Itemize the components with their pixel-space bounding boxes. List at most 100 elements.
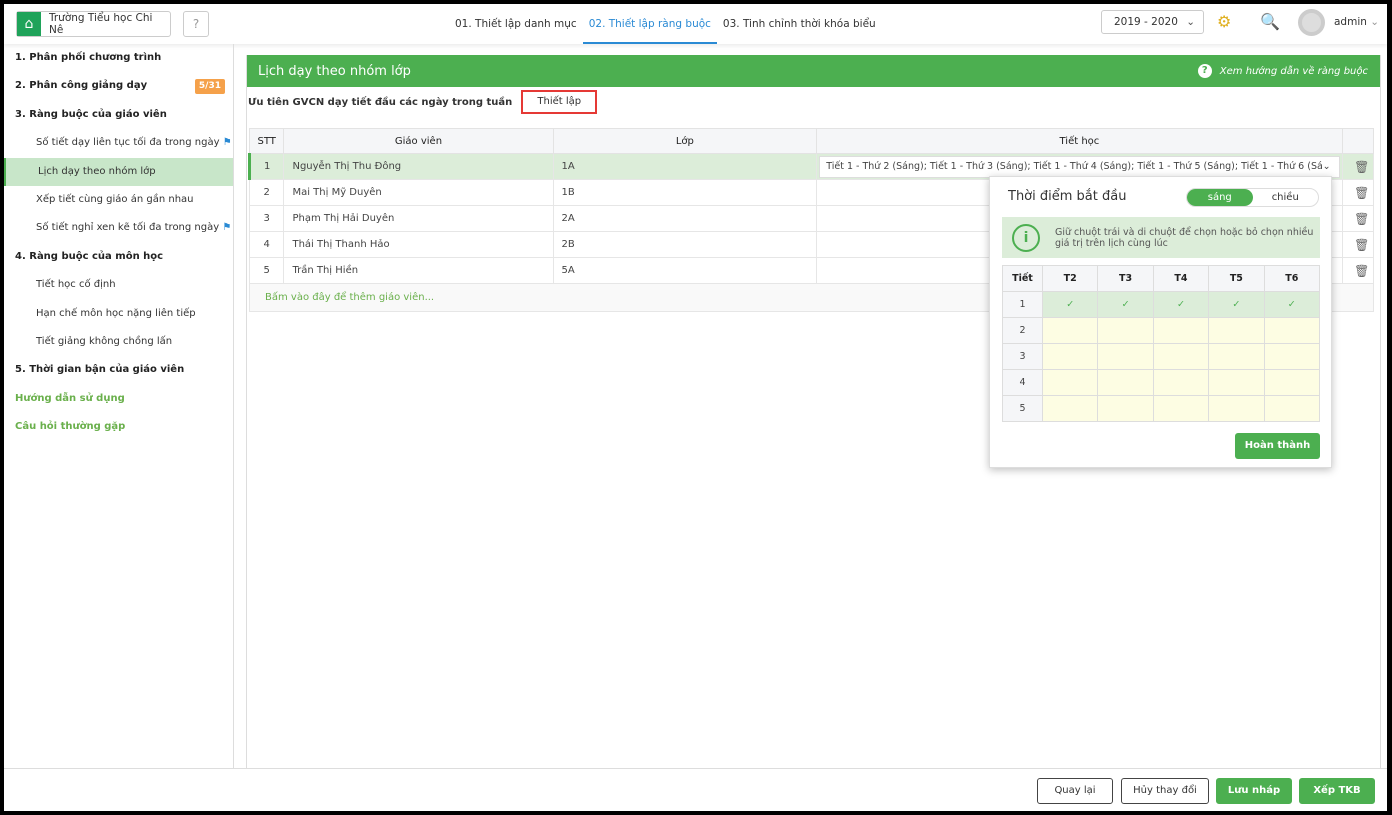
grid-cell[interactable] (1263, 369, 1321, 396)
flag-icon: ⚑ (222, 137, 232, 149)
grid-cell[interactable] (1263, 343, 1321, 370)
grid-cell[interactable] (1041, 343, 1099, 370)
stt: 4 (248, 231, 285, 258)
delete-icon[interactable]: 🗑 (1341, 257, 1375, 284)
school-selector[interactable]: ⌂ Trường Tiểu học Chi Nê (16, 11, 171, 37)
sidebar-item[interactable]: Tiết học cố định (4, 271, 233, 299)
grid-cell[interactable] (1041, 369, 1099, 396)
grid-cell[interactable] (1152, 369, 1210, 396)
grid-cell[interactable] (1208, 369, 1265, 396)
page-title: Lịch dạy theo nhóm lớp (258, 63, 411, 79)
grid-cell[interactable] (1152, 317, 1210, 344)
grid-row: 5 (1002, 395, 1321, 422)
grid-cell[interactable] (1208, 317, 1265, 344)
delete-icon[interactable]: 🗑 (1341, 205, 1375, 232)
tab-step-1[interactable]: 01. Thiết lập danh mục (449, 4, 583, 44)
chevron-down-icon: ⌄ (1186, 16, 1195, 28)
col-stt: STT (248, 128, 285, 154)
sidebar-item[interactable]: Hạn chế môn học nặng liên tiếp (4, 300, 233, 328)
sidebar-item[interactable]: 1. Phân phối chương trình (4, 44, 233, 72)
grid-cell[interactable] (1152, 395, 1210, 422)
period-picker-popup: Thời điểm bắt đầu sáng chiều i Giữ chuột … (989, 176, 1332, 468)
priority-label: Ưu tiên GVCN dạy tiết đầu các ngày trong… (248, 96, 513, 108)
period-grid: Tiết T2 T3 T4 T5 T6 1 ✓ ✓ ✓ ✓ ✓ 2 3 4 5 (1002, 265, 1321, 422)
grid-cell[interactable] (1263, 395, 1321, 422)
tab-step-3[interactable]: 03. Tinh chỉnh thời khóa biểu (717, 4, 882, 44)
footer: Quay lại Hủy thay đổi Lưu nháp Xếp TKB (4, 768, 1387, 811)
sidebar-item[interactable]: 4. Ràng buộc của môn học (4, 243, 233, 271)
gear-icon[interactable]: ⚙ (1217, 12, 1231, 31)
count-badge: 5/31 (194, 79, 225, 95)
grid-cell-selected[interactable]: ✓ (1041, 291, 1099, 318)
delete-icon[interactable]: 🗑 (1341, 153, 1375, 180)
class: 2A (552, 205, 818, 232)
grid-cell[interactable] (1041, 395, 1099, 422)
tab-step-2[interactable]: 02. Thiết lập ràng buộc (582, 4, 717, 44)
section-header: Lịch dạy theo nhóm lớp ? Xem hướng dẫn về… (246, 55, 1380, 87)
teacher: Thái Thị Thanh Hảo (283, 231, 554, 258)
label: Hạn chế môn học nặng liên tiếp (36, 307, 196, 319)
session-toggle[interactable]: sáng chiều (1186, 188, 1319, 207)
grid-cell[interactable] (1097, 317, 1154, 344)
day-header: T6 (1263, 265, 1321, 292)
save-draft-button[interactable]: Lưu nháp (1216, 778, 1292, 804)
year-value: 2019 - 2020 (1114, 16, 1178, 28)
label: 1. Phân phối chương trình (15, 52, 162, 63)
grid-cell[interactable] (1097, 343, 1154, 370)
school-name: Trường Tiểu học Chi Nê (48, 12, 153, 36)
sidebar-item[interactable]: 2. Phân công giảng dạy 5/31 (4, 72, 233, 100)
cancel-changes-button[interactable]: Hủy thay đổi (1121, 778, 1209, 804)
delete-icon[interactable]: 🗑 (1341, 231, 1375, 258)
back-button[interactable]: Quay lại (1037, 778, 1113, 804)
sidebar-item[interactable]: Tiết giảng không chồng lấn (4, 328, 233, 356)
label: Xếp tiết cùng giáo án gần nhau (36, 193, 194, 205)
periods-dropdown[interactable]: Tiết 1 - Thứ 2 (Sáng); Tiết 1 - Thứ 3 (S… (819, 155, 1340, 178)
sidebar-link-faq[interactable]: Câu hỏi thường gặp (4, 413, 233, 441)
label: 2. Phân công giảng dạy (15, 80, 148, 92)
main-content: Lịch dạy theo nhóm lớp ? Xem hướng dẫn về… (246, 55, 1380, 312)
schedule-button[interactable]: Xếp TKB (1299, 778, 1375, 804)
toggle-morning[interactable]: sáng (1187, 189, 1253, 206)
help-button[interactable]: ? (183, 11, 209, 37)
grid-cell[interactable] (1208, 395, 1265, 422)
sidebar-item[interactable]: Số tiết dạy liên tục tối đa trong ngày ⚑ (4, 129, 233, 157)
priority-row: Ưu tiên GVCN dạy tiết đầu các ngày trong… (246, 87, 1380, 117)
done-button[interactable]: Hoàn thành (1235, 433, 1320, 459)
label: Tiết giảng không chồng lấn (36, 335, 173, 347)
sidebar-item-active[interactable]: Lịch dạy theo nhóm lớp (4, 157, 233, 186)
grid-cell[interactable] (1208, 343, 1265, 370)
grid-cell[interactable] (1263, 317, 1321, 344)
setup-button[interactable]: Thiết lập (521, 90, 598, 114)
grid-cell[interactable] (1097, 369, 1154, 396)
sidebar-item[interactable]: Xếp tiết cùng giáo án gần nhau (4, 186, 233, 214)
sidebar-link-guide[interactable]: Hướng dẫn sử dụng (4, 385, 233, 413)
period-label: 2 (1002, 317, 1043, 344)
col-actions (1341, 128, 1375, 154)
user-menu[interactable]: admin ⌄ (1334, 16, 1379, 28)
help-link[interactable]: ? Xem hướng dẫn về ràng buộc (1197, 64, 1368, 78)
delete-icon[interactable]: 🗑 (1341, 179, 1375, 206)
year-select[interactable]: 2019 - 2020 ⌄ (1101, 10, 1204, 34)
grid-cell[interactable] (1097, 395, 1154, 422)
grid-cell[interactable] (1152, 343, 1210, 370)
label: Hướng dẫn sử dụng (15, 392, 125, 404)
grid-cell-selected[interactable]: ✓ (1263, 291, 1321, 318)
sidebar-item[interactable]: 5. Thời gian bận của giáo viên (4, 356, 233, 384)
question-icon: ? (1197, 64, 1212, 78)
flag-icon: ⚑ (222, 222, 232, 234)
period-label: 3 (1002, 343, 1043, 370)
grid-cell[interactable] (1041, 317, 1099, 344)
period-label: 1 (1002, 291, 1043, 318)
search-chart-icon[interactable]: 🔍 (1260, 12, 1280, 31)
toggle-afternoon[interactable]: chiều (1253, 189, 1319, 206)
grid-cell-selected[interactable]: ✓ (1152, 291, 1210, 318)
sidebar-item[interactable]: Số tiết nghỉ xen kẽ tối đa trong ngày ⚑ (4, 214, 233, 242)
chevron-down-icon: ⌄ (1370, 16, 1380, 28)
grid-cell-selected[interactable]: ✓ (1097, 291, 1154, 318)
grid-cell-selected[interactable]: ✓ (1208, 291, 1265, 318)
sidebar-item[interactable]: 3. Ràng buộc của giáo viên (4, 101, 233, 129)
avatar[interactable] (1298, 9, 1325, 36)
grid-row: 2 (1002, 317, 1321, 344)
stt: 5 (248, 257, 285, 284)
col-teacher: Giáo viên (283, 128, 554, 154)
